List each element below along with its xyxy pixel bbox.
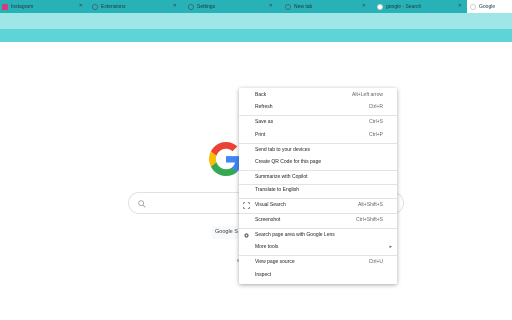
menu-item-send-tab[interactable]: Send tab to your devices bbox=[239, 145, 397, 156]
tab-strip: Instagram ✕ Extensions ✕ Settings ✕ New … bbox=[0, 0, 512, 13]
menu-item-copilot[interactable]: Summarize with Copilot bbox=[239, 172, 397, 183]
search-icon bbox=[138, 200, 146, 208]
globe-icon bbox=[285, 3, 291, 10]
menu-item-label: Inspect bbox=[255, 272, 272, 278]
menu-item-label: Search page area with Google Lens bbox=[255, 232, 335, 238]
menu-item-visual-search[interactable]: Visual Search Alt+Shift+S bbox=[239, 200, 397, 211]
menu-separator bbox=[239, 213, 397, 214]
menu-separator bbox=[239, 255, 397, 256]
menu-separator bbox=[239, 170, 397, 171]
menu-item-refresh[interactable]: Refresh Ctrl+R bbox=[239, 102, 397, 113]
menu-item-qr-code[interactable]: Create QR Code for this page bbox=[239, 157, 397, 168]
menu-item-shortcut: Ctrl+P bbox=[368, 132, 383, 138]
menu-item-shortcut: Alt+Shift+S bbox=[357, 202, 383, 208]
tab-instagram[interactable]: Instagram ✕ bbox=[0, 0, 88, 13]
tab-google[interactable]: Google bbox=[467, 0, 512, 13]
tab-extensions[interactable]: Extensions ✕ bbox=[90, 0, 182, 13]
menu-item-shortcut: Alt+Left arrow bbox=[352, 92, 383, 98]
menu-separator bbox=[239, 115, 397, 116]
chevron-right-icon: ▸ bbox=[389, 244, 392, 250]
close-icon[interactable]: ✕ bbox=[173, 3, 177, 9]
tab-title: Extensions bbox=[101, 3, 126, 10]
browser-toolbar bbox=[0, 13, 512, 29]
menu-item-label: More tools bbox=[255, 244, 279, 250]
settings-icon bbox=[188, 3, 194, 10]
menu-item-label: Create QR Code for this page bbox=[255, 159, 322, 165]
menu-item-translate[interactable]: Translate to English bbox=[239, 185, 397, 196]
menu-item-view-source[interactable]: View page source Ctrl+U bbox=[239, 257, 397, 268]
menu-separator bbox=[239, 228, 397, 229]
menu-item-label: Back bbox=[255, 92, 267, 98]
google-logo-icon bbox=[209, 142, 242, 176]
menu-item-shortcut: Ctrl+U bbox=[368, 259, 383, 265]
menu-item-label: Print bbox=[255, 132, 266, 138]
menu-item-print[interactable]: Print Ctrl+P bbox=[239, 130, 397, 141]
tab-title: Google bbox=[479, 3, 496, 10]
instagram-icon bbox=[2, 3, 8, 10]
globe-icon bbox=[92, 3, 98, 10]
menu-item-shortcut: Ctrl+Shift+S bbox=[356, 217, 383, 223]
menu-item-label: Save as bbox=[255, 119, 274, 125]
google-icon bbox=[470, 3, 476, 10]
menu-item-label: Screenshot bbox=[255, 217, 281, 223]
menu-item-label: View page source bbox=[255, 259, 295, 265]
visual-search-icon bbox=[243, 202, 250, 209]
menu-item-more-tools[interactable]: More tools ▸ bbox=[239, 242, 397, 253]
menu-item-shortcut: Ctrl+R bbox=[368, 104, 383, 110]
close-icon[interactable]: ✕ bbox=[458, 3, 462, 9]
google-icon bbox=[377, 3, 383, 10]
menu-item-save-as[interactable]: Save as Ctrl+S bbox=[239, 117, 397, 128]
tab-title: Settings bbox=[197, 3, 216, 10]
google-search-button[interactable]: Google S bbox=[212, 226, 238, 239]
close-icon[interactable]: ✕ bbox=[79, 3, 83, 9]
menu-item-screenshot[interactable]: Screenshot Ctrl+Shift+S bbox=[239, 215, 397, 226]
google-lens-icon bbox=[244, 233, 249, 238]
tab-title: New tab bbox=[294, 3, 313, 10]
menu-item-back[interactable]: Back Alt+Left arrow bbox=[239, 90, 397, 101]
context-menu: Back Alt+Left arrow Refresh Ctrl+R Save … bbox=[239, 88, 397, 284]
menu-item-google-lens[interactable]: Search page area with Google Lens bbox=[239, 230, 397, 241]
menu-item-inspect[interactable]: Inspect bbox=[239, 270, 397, 281]
tab-title: Instagram bbox=[11, 3, 34, 10]
menu-separator bbox=[239, 198, 397, 199]
bookmarks-bar bbox=[0, 29, 512, 42]
menu-item-label: Summarize with Copilot bbox=[255, 174, 308, 180]
menu-separator bbox=[239, 143, 397, 144]
tab-google-search[interactable]: google - Search ✕ bbox=[375, 0, 467, 13]
menu-item-shortcut: Ctrl+S bbox=[368, 119, 383, 125]
tab-settings[interactable]: Settings ✕ bbox=[186, 0, 278, 13]
menu-item-label: Visual Search bbox=[255, 202, 286, 208]
menu-item-label: Refresh bbox=[255, 104, 273, 110]
close-icon[interactable]: ✕ bbox=[362, 3, 366, 9]
menu-item-label: Send tab to your devices bbox=[255, 147, 311, 153]
close-icon[interactable]: ✕ bbox=[269, 3, 273, 9]
tab-title: google - Search bbox=[386, 3, 422, 10]
tab-new-tab[interactable]: New tab ✕ bbox=[283, 0, 371, 13]
menu-item-label: Translate to English bbox=[255, 187, 300, 193]
